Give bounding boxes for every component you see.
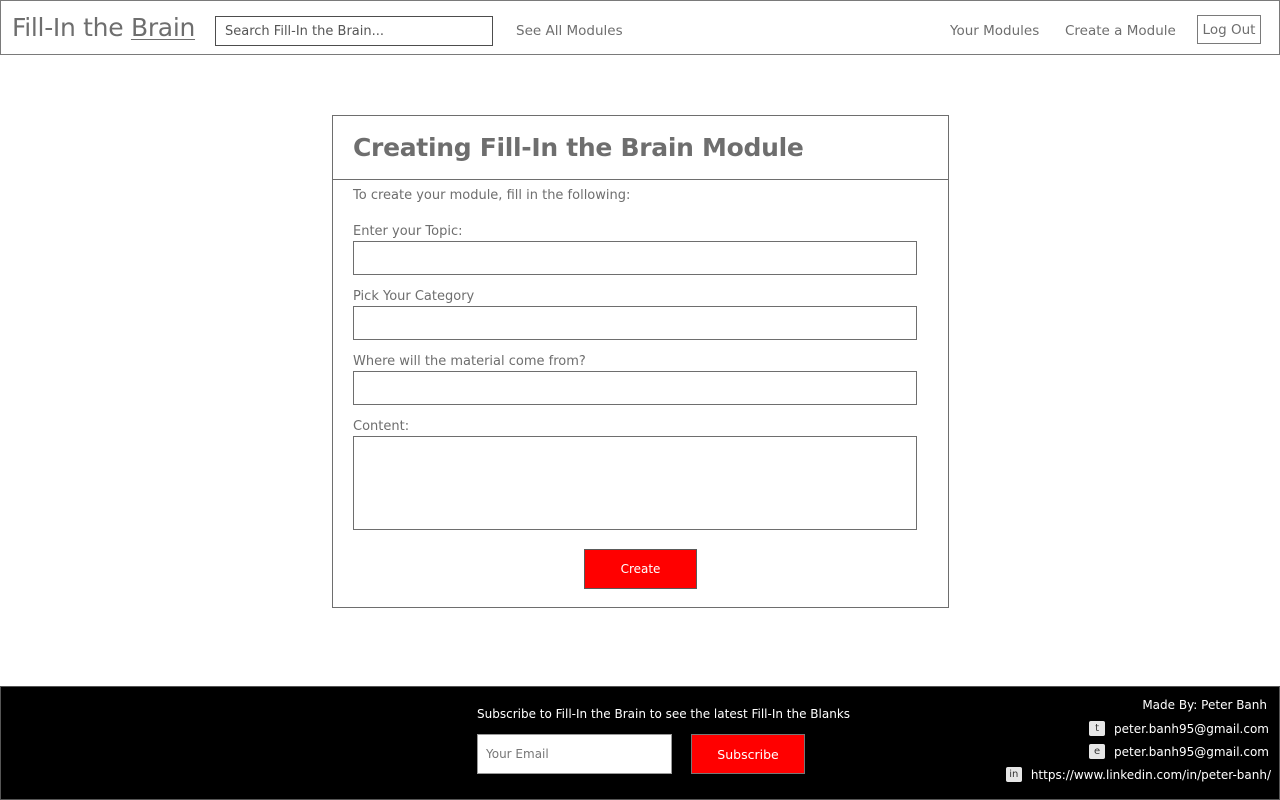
search-input[interactable] <box>215 16 493 46</box>
subscribe-email-input[interactable] <box>477 734 672 774</box>
subscribe-button[interactable]: Subscribe <box>691 734 805 774</box>
content-textarea[interactable] <box>353 436 917 530</box>
footer: Subscribe to Fill-In the Brain to see th… <box>0 686 1280 800</box>
top-navigation-bar: Fill-In the Brain See All Modules Your M… <box>0 0 1280 55</box>
logo-text: Fill-In the <box>12 13 131 42</box>
linkedin-icon: in <box>1005 767 1022 782</box>
nav-your-modules[interactable]: Your Modules <box>950 23 1039 39</box>
topic-label: Enter your Topic: <box>353 224 463 239</box>
logout-button[interactable]: Log Out <box>1197 15 1261 44</box>
category-input[interactable] <box>353 306 917 340</box>
category-label: Pick Your Category <box>353 289 475 304</box>
nav-see-all-modules[interactable]: See All Modules <box>516 23 623 39</box>
twitter-link[interactable]: peter.banh95@gmail.com <box>1114 722 1269 736</box>
contact-email: e peter.banh95@gmail.com <box>1089 744 1269 759</box>
contact-twitter: t peter.banh95@gmail.com <box>1089 721 1269 736</box>
content-label: Content: <box>353 419 410 434</box>
twitter-icon: t <box>1089 721 1106 736</box>
contact-linkedin: in https://www.linkedin.com/in/peter-ban… <box>1005 767 1271 782</box>
create-module-card: Creating Fill-In the Brain Module To cre… <box>332 115 949 608</box>
email-link[interactable]: peter.banh95@gmail.com <box>1114 745 1269 759</box>
linkedin-link[interactable]: https://www.linkedin.com/in/peter-banh/ <box>1031 768 1271 782</box>
source-input[interactable] <box>353 371 917 405</box>
source-label: Where will the material come from? <box>353 354 586 369</box>
topic-input[interactable] <box>353 241 917 275</box>
email-icon: e <box>1089 744 1106 759</box>
page-title: Creating Fill-In the Brain Module <box>353 133 804 162</box>
nav-create-module[interactable]: Create a Module <box>1065 23 1176 39</box>
site-logo[interactable]: Fill-In the Brain <box>12 12 195 44</box>
form-intro: To create your module, fill in the follo… <box>353 188 631 203</box>
subscribe-text: Subscribe to Fill-In the Brain to see th… <box>477 707 851 721</box>
card-header: Creating Fill-In the Brain Module <box>333 116 948 180</box>
made-by-credit: Made By: Peter Banh <box>1142 698 1267 712</box>
create-button[interactable]: Create <box>584 549 697 589</box>
logo-emphasis: Brain <box>130 13 196 42</box>
